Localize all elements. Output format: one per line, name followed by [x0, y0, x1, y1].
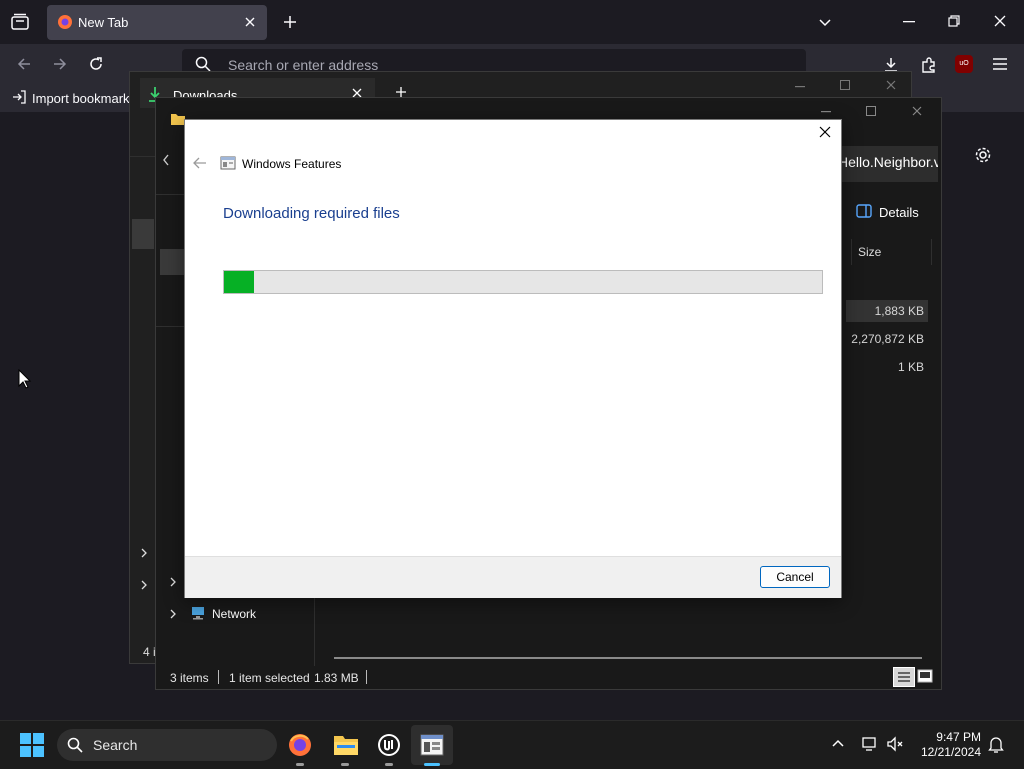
minimize-icon[interactable] — [821, 111, 831, 113]
chevron-right-icon[interactable] — [140, 580, 148, 590]
tab-new-tab[interactable]: New Tab — [47, 5, 267, 40]
status-divider — [366, 670, 367, 684]
search-icon — [195, 56, 211, 72]
file-explorer-icon[interactable] — [333, 733, 359, 757]
maximize-icon[interactable] — [866, 106, 876, 116]
minimize-icon[interactable] — [903, 21, 915, 23]
taskbar: Search 9:47 PM 12/21/2024 — [0, 720, 1024, 769]
firefox-icon[interactable] — [288, 733, 312, 757]
tiles-view-icon[interactable] — [917, 669, 933, 683]
size-cell: 2,270,872 KB — [851, 332, 924, 346]
mouse-cursor — [18, 369, 32, 389]
back-icon[interactable] — [162, 154, 170, 166]
back-items-count: 4 i — [143, 645, 156, 659]
forward-icon[interactable] — [52, 56, 68, 72]
status-size: 1.83 MB — [314, 671, 359, 685]
size-cell: 1,883 KB — [874, 304, 924, 318]
search-icon — [67, 737, 83, 753]
tab-list-icon[interactable] — [10, 12, 30, 32]
running-indicator — [385, 763, 393, 766]
pane-divider — [314, 588, 315, 666]
details-button[interactable]: Details — [879, 205, 919, 220]
chevron-right-icon[interactable] — [140, 548, 148, 558]
chevron-down-icon[interactable] — [818, 15, 832, 29]
browser-tab-bar: New Tab — [0, 0, 1024, 44]
tab-title: New Tab — [78, 15, 129, 30]
unreal-icon[interactable] — [377, 733, 401, 757]
column-divider — [931, 239, 932, 265]
windows-features-icon — [420, 734, 444, 756]
reload-icon[interactable] — [88, 56, 104, 72]
details-pane-icon — [856, 204, 872, 218]
progress-fill — [224, 271, 254, 293]
address-path: Hello.Neighbor.v1 — [838, 154, 938, 170]
chevron-right-icon[interactable] — [169, 609, 177, 619]
status-item-count: 3 items — [170, 671, 209, 685]
dialog-footer — [185, 556, 841, 598]
bell-icon[interactable] — [988, 736, 1004, 754]
minimize-icon[interactable] — [795, 86, 805, 88]
close-icon[interactable] — [886, 80, 896, 90]
wifi-icon[interactable] — [861, 736, 879, 752]
system-clock[interactable]: 9:47 PM 12/21/2024 — [901, 730, 981, 760]
column-divider — [851, 239, 852, 265]
network-icon — [190, 605, 206, 621]
taskbar-search[interactable]: Search — [57, 729, 277, 761]
horizontal-scrollbar[interactable] — [334, 657, 922, 659]
network-nav-item[interactable]: Network — [212, 607, 256, 621]
ublock-icon[interactable]: uO — [955, 55, 973, 73]
details-view-icon[interactable] — [893, 667, 915, 687]
status-selected: 1 item selected — [229, 671, 310, 685]
nav-highlight — [132, 219, 154, 249]
close-icon[interactable] — [912, 106, 922, 116]
dialog-back-icon[interactable] — [193, 157, 207, 169]
dialog-heading: Downloading required files — [223, 205, 400, 222]
maximize-icon[interactable] — [840, 80, 850, 90]
divider — [130, 156, 155, 157]
back-icon[interactable] — [16, 56, 32, 72]
address-bar[interactable]: Hello.Neighbor.v1 — [830, 146, 938, 182]
close-window-icon[interactable] — [994, 15, 1006, 27]
import-bookmarks-icon — [12, 90, 26, 104]
running-indicator — [341, 763, 349, 766]
restore-icon[interactable] — [948, 15, 960, 27]
windows-start-icon[interactable] — [20, 733, 44, 757]
windows-features-icon — [220, 155, 236, 171]
column-size-header[interactable]: Size — [858, 245, 881, 259]
cancel-button[interactable]: Cancel — [760, 566, 830, 588]
download-progress-bar — [223, 270, 823, 294]
close-tab-icon[interactable] — [244, 16, 256, 28]
nav-highlight — [160, 249, 184, 275]
gear-icon[interactable] — [974, 146, 992, 164]
clock-date: 12/21/2024 — [920, 745, 981, 759]
active-indicator — [424, 763, 440, 766]
dialog-close-icon[interactable] — [819, 126, 831, 138]
firefox-icon — [57, 14, 73, 30]
clock-time: 9:47 PM — [936, 730, 981, 744]
chevron-up-icon[interactable] — [831, 738, 845, 748]
status-divider — [218, 670, 219, 684]
size-cell: 1 KB — [897, 360, 924, 374]
taskbar-search-label: Search — [93, 737, 138, 753]
windows-features-dialog: Windows Features Downloading required fi… — [184, 119, 842, 598]
dialog-title: Windows Features — [242, 157, 342, 171]
windows-features-taskbar-button[interactable] — [411, 725, 453, 766]
chevron-right-icon[interactable] — [169, 577, 177, 587]
menu-icon[interactable] — [992, 57, 1008, 71]
running-indicator — [296, 763, 304, 766]
import-bookmarks-link[interactable]: Import bookmarks — [32, 91, 136, 106]
new-tab-plus-icon[interactable] — [282, 14, 298, 30]
extensions-icon[interactable] — [920, 56, 938, 74]
